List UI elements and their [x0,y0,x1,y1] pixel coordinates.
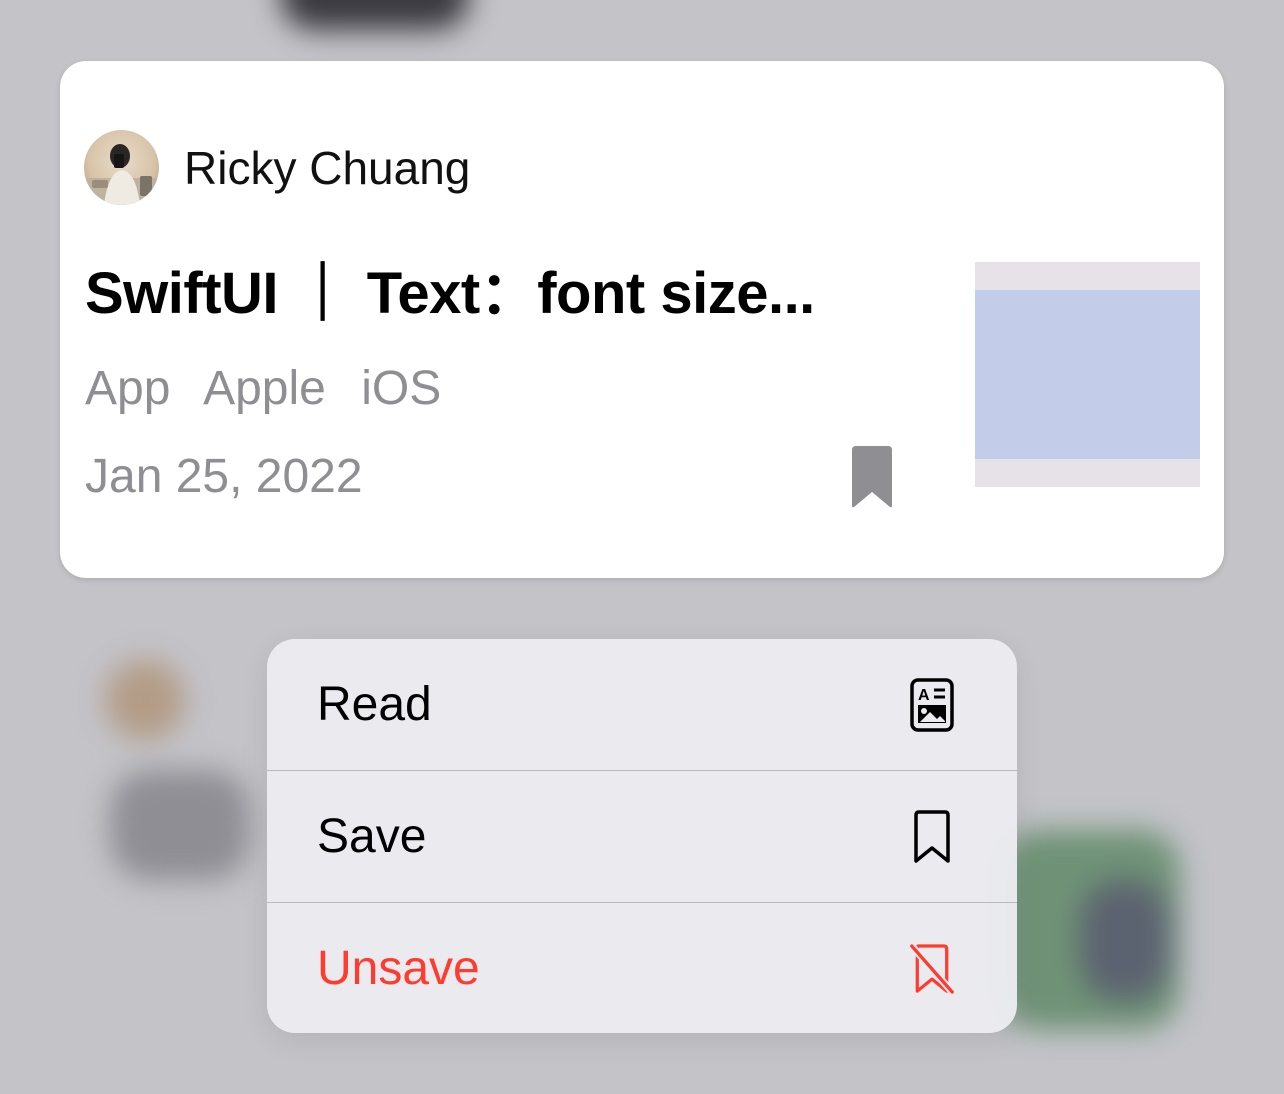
article-title: SwiftUI ｜ Text：font size... [85,261,815,326]
context-menu: Read A Save Unsave [267,639,1017,1033]
menu-item-label: Unsave [317,942,480,995]
menu-item-read[interactable]: Read A [267,639,1017,770]
tag-item: Apple [203,362,326,415]
tag-item: iOS [361,362,442,415]
menu-item-unsave[interactable]: Unsave [267,903,1017,1033]
thumbnail-image [975,290,1200,459]
avatar-photo-icon [84,144,159,205]
article-preview-card[interactable]: Ricky Chuang SwiftUI ｜ Text：font size...… [60,61,1224,578]
author-name: Ricky Chuang [184,142,471,194]
svg-text:A: A [918,687,930,704]
author-avatar [84,130,159,205]
bookmark-fill-icon[interactable] [852,446,892,508]
background-blur-shape [280,0,470,30]
background-blur-shape [105,660,185,740]
bookmark-icon [909,809,955,863]
tag-item: App [85,362,171,415]
tag-list: App Apple iOS [85,361,463,416]
bookmark-slash-icon [909,943,955,994]
menu-item-save[interactable]: Save [267,771,1017,902]
doc-richtext-icon: A [909,677,955,732]
background-blur-shape [1080,880,1170,1000]
menu-item-label: Save [317,810,427,863]
menu-item-label: Read [317,678,432,731]
background-blur-shape [110,770,250,880]
publish-date: Jan 25, 2022 [85,450,363,503]
article-thumbnail [975,262,1200,487]
